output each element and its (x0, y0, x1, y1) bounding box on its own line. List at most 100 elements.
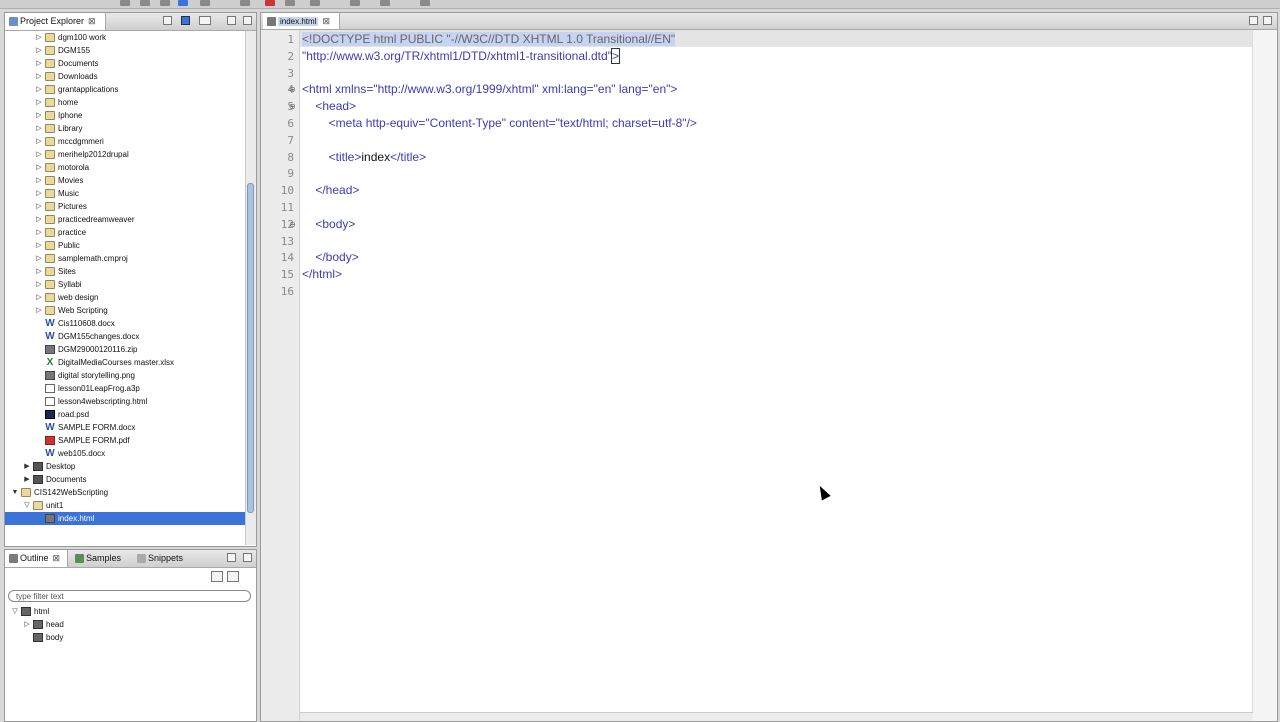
tab-project-explorer[interactable]: Project Explorer ⊠ (5, 13, 106, 30)
close-icon[interactable]: ⊠ (322, 16, 330, 26)
fold-toggle-icon[interactable]: ⊖ (289, 102, 296, 111)
tree-item[interactable]: ▷ Syllabi (5, 278, 245, 291)
code-line[interactable]: <!DOCTYPE html PUBLIC "-//W3C//DTD XHTML… (302, 31, 676, 48)
tree-item[interactable]: ▷ Sites (5, 265, 245, 278)
outline-filter-input[interactable]: type filter text (8, 590, 251, 602)
sort-icon[interactable] (227, 571, 239, 582)
tree-item[interactable]: ▷ Web Scripting (5, 304, 245, 317)
toolbar-icon[interactable] (285, 0, 295, 6)
code-line[interactable]: "http://www.w3.org/TR/xhtml1/DTD/xhtml1-… (302, 47, 620, 65)
expand-toggle-icon[interactable]: ▷ (35, 109, 43, 122)
expand-toggle-icon[interactable]: ▷ (35, 213, 43, 226)
expand-toggle-icon[interactable]: ▷ (35, 122, 43, 135)
tree-item[interactable]: DGM29000120116.zip (5, 343, 245, 356)
maximize-icon[interactable] (243, 16, 252, 25)
outline-node[interactable]: body (5, 631, 245, 644)
tree-item[interactable]: ▷ samplemath.cmproj (5, 252, 245, 265)
tree-item[interactable]: ▷ grantapplications (5, 83, 245, 96)
tree-item[interactable]: index.html (5, 512, 245, 525)
toolbar-icon[interactable] (160, 0, 170, 6)
tree-item[interactable]: X DigitalMediaCourses master.xlsx (5, 356, 245, 369)
tree-item[interactable]: ▷ Documents (5, 57, 245, 70)
expand-toggle-icon[interactable]: ▷ (35, 278, 43, 291)
toolbar-icon[interactable] (310, 0, 320, 6)
tree-item[interactable]: ▷ motorola (5, 161, 245, 174)
code-line[interactable]: <body> (302, 216, 355, 233)
expand-toggle-icon[interactable]: ▷ (35, 83, 43, 96)
tree-item[interactable]: ▷ home (5, 96, 245, 109)
tree-item[interactable]: Wweb105.docx (5, 447, 245, 460)
tab-samples[interactable]: Samples (71, 550, 131, 567)
tree-item[interactable]: ▷ practicedreamweaver (5, 213, 245, 226)
code-line[interactable]: <title>index</title> (302, 149, 426, 166)
toolbar-icon[interactable] (178, 0, 188, 6)
toolbar-icon[interactable] (380, 0, 390, 6)
close-icon[interactable]: ⊠ (53, 553, 61, 563)
tree-item[interactable]: W DGM155changes.docx (5, 330, 245, 343)
tree-item[interactable]: ▷ web design (5, 291, 245, 304)
tree-item[interactable]: ▷ Pictures (5, 200, 245, 213)
expand-toggle-icon[interactable]: ▷ (35, 226, 43, 239)
code-line[interactable]: <html xmlns="http://www.w3.org/1999/xhtm… (302, 81, 677, 98)
tree-item[interactable]: ▽ unit1 (5, 499, 245, 512)
code-line[interactable]: </body> (302, 249, 358, 266)
tree-item[interactable]: ▷ Downloads (5, 70, 245, 83)
minimize-icon[interactable] (227, 16, 236, 25)
expand-toggle-icon[interactable]: ▷ (35, 135, 43, 148)
toolbar-icon[interactable] (200, 0, 210, 6)
tree-item[interactable]: ▶ Desktop (5, 460, 245, 473)
toolbar-icon[interactable] (240, 0, 250, 6)
expand-toggle-icon[interactable]: ▷ (35, 70, 43, 83)
tree-item[interactable]: ▷ DGM155 (5, 44, 245, 57)
fold-toggle-icon[interactable]: ⊖ (289, 220, 296, 229)
tab-snippets[interactable]: Snippets (133, 550, 193, 567)
maximize-icon[interactable] (243, 553, 252, 562)
expand-toggle-icon[interactable]: ▷ (35, 187, 43, 200)
code-area[interactable]: <!DOCTYPE html PUBLIC "-//W3C//DTD XHTML… (300, 30, 1252, 721)
expand-toggle-icon[interactable]: ▷ (35, 291, 43, 304)
expand-toggle-icon[interactable]: ▶ (23, 460, 31, 473)
expand-toggle-icon[interactable]: ▷ (35, 96, 43, 109)
tree-item[interactable]: ▷ merihelp2012drupal (5, 148, 245, 161)
tree-item[interactable]: lesson01LeapFrog.a3p (5, 382, 245, 395)
collapse-all-icon[interactable] (211, 571, 223, 582)
tree-scrollbar[interactable] (245, 31, 256, 545)
close-icon[interactable]: ⊠ (88, 16, 96, 26)
expand-toggle-icon[interactable]: ▷ (35, 148, 43, 161)
tree-item[interactable]: road.psd (5, 408, 245, 421)
tree-item[interactable]: lesson4webscripting.html (5, 395, 245, 408)
code-line[interactable]: <head> (302, 98, 356, 115)
tab-outline[interactable]: Outline ⊠ (5, 550, 68, 567)
code-line[interactable]: <meta http-equiv="Content-Type" content=… (302, 115, 697, 132)
link-editor-icon[interactable] (181, 16, 190, 25)
outline-node[interactable]: ▽ html (5, 605, 245, 618)
expand-toggle-icon[interactable]: ▽ (23, 499, 31, 512)
tree-item[interactable]: SAMPLE FORM.pdf (5, 434, 245, 447)
maximize-icon[interactable] (1263, 16, 1272, 25)
expand-toggle-icon[interactable]: ▽ (11, 605, 19, 618)
tab-index-html[interactable]: index.html ⊠ (263, 13, 340, 29)
expand-toggle-icon[interactable]: ▷ (35, 44, 43, 57)
expand-toggle-icon[interactable]: ▷ (35, 161, 43, 174)
expand-toggle-icon[interactable]: ▷ (35, 304, 43, 317)
code-line[interactable]: </head> (302, 182, 359, 199)
expand-toggle-icon[interactable]: ▷ (35, 200, 43, 213)
tree-item[interactable]: ▷ mccdgmmeri (5, 135, 245, 148)
tree-scrollbar-thumb[interactable] (247, 183, 254, 513)
tree-item[interactable]: ▷ Library (5, 122, 245, 135)
expand-toggle-icon[interactable]: ▷ (35, 57, 43, 70)
minimize-icon[interactable] (227, 553, 236, 562)
code-line[interactable]: </html> (302, 266, 342, 283)
tree-item[interactable]: ▷ dgm100 work (5, 31, 245, 44)
toolbar-icon[interactable] (265, 0, 275, 6)
tree-item[interactable]: ▷ practice (5, 226, 245, 239)
expand-toggle-icon[interactable]: ▼ (11, 486, 19, 499)
toolbar-icon[interactable] (350, 0, 360, 6)
expand-toggle-icon[interactable]: ▷ (35, 174, 43, 187)
tree-item[interactable]: ▷ Music (5, 187, 245, 200)
tree-item[interactable]: digital storytelling.png (5, 369, 245, 382)
tree-item[interactable]: ▷ Iphone (5, 109, 245, 122)
view-menu-icon[interactable] (199, 16, 211, 25)
outline-node[interactable]: ▷ head (5, 618, 245, 631)
expand-toggle-icon[interactable]: ▷ (35, 252, 43, 265)
